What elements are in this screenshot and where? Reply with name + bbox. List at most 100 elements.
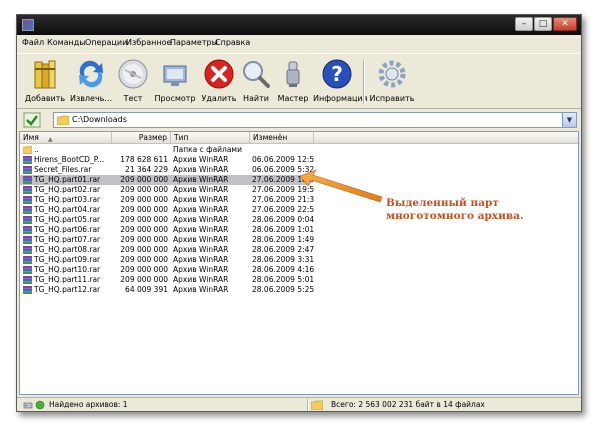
repair-label: Исправить	[369, 94, 415, 103]
file-size: 209 000 000	[120, 185, 168, 194]
table-row[interactable]: TG_HQ.part07.rar 209 000 000 Архив WinRAR 2…	[20, 235, 314, 245]
disk-check-icon	[118, 59, 148, 89]
info-label: Информация	[313, 94, 368, 103]
table-row[interactable]: TG_HQ.part06.rar 209 000 000 Архив WinRAR 2…	[20, 225, 314, 235]
test-button[interactable]: Тест	[115, 56, 151, 108]
menu-operations[interactable]: Операции	[85, 38, 127, 47]
file-name: Hirens_BootCD_P...	[34, 155, 105, 164]
file-name: Secret_Files.rar	[34, 165, 92, 174]
file-type: Архив WinRAR	[173, 255, 229, 264]
add-label: Добавить	[24, 94, 66, 103]
wizard-label: Мастер	[277, 94, 309, 103]
table-row[interactable]: TG_HQ.part02.rar 209 000 000 Архив WinRAR 2…	[20, 185, 314, 195]
file-size: 64 009 391	[125, 285, 168, 294]
info-button[interactable]: ? Информация	[313, 56, 368, 108]
extract-label: Извлечь...	[69, 94, 113, 103]
file-type: Архив WinRAR	[173, 215, 229, 224]
table-row[interactable]: TG_HQ.part11.rar 209 000 000 Архив WinRAR 2…	[20, 275, 314, 285]
rar-archive-icon	[23, 216, 32, 224]
minimize-button[interactable]: –	[515, 17, 533, 31]
file-size: 209 000 000	[120, 235, 168, 244]
add-button[interactable]: Добавить	[23, 56, 67, 108]
table-row[interactable]: TG_HQ.part04.rar 209 000 000 Архив WinRAR 2…	[20, 205, 314, 215]
file-type: Архив WinRAR	[173, 175, 229, 184]
folder-icon	[311, 400, 323, 410]
file-list[interactable]: Имя ▲ Размер Тип Изменён .. Папка с файла…	[19, 131, 579, 395]
chevron-down-icon[interactable]: ▼	[562, 113, 576, 127]
toolbar: Добавить Извлечь... Тест Просмотр Удалит…	[17, 53, 581, 109]
file-name: TG_HQ.part02.rar	[34, 185, 101, 194]
view-button[interactable]: Просмотр	[153, 56, 197, 108]
menu-options[interactable]: Параметры	[170, 38, 218, 47]
rar-archive-icon	[23, 236, 32, 244]
rar-archive-icon	[23, 286, 32, 294]
find-button[interactable]: Найти	[239, 56, 273, 108]
address-bar: C:\Downloads ▼	[17, 110, 581, 130]
file-name: TG_HQ.part11.rar	[34, 275, 101, 284]
menu-file[interactable]: Файл	[22, 38, 44, 47]
file-modified: 28.06.2009 5:01	[252, 275, 314, 284]
file-type: Архив WinRAR	[173, 265, 229, 274]
file-type: Архив WinRAR	[173, 235, 229, 244]
table-row[interactable]: .. Папка с файлами	[20, 145, 310, 155]
screenshot-canvas: – □ ✕ Файл Команды Операции Избранное Па…	[0, 0, 600, 430]
file-name: TG_HQ.part01.rar	[34, 175, 101, 184]
path-combobox[interactable]: C:\Downloads ▼	[53, 112, 577, 128]
file-type: Архив WinRAR	[173, 195, 229, 204]
file-type: Архив WinRAR	[173, 285, 229, 294]
file-size: 209 000 000	[120, 255, 168, 264]
file-name: TG_HQ.part05.rar	[34, 215, 101, 224]
maximize-button[interactable]: □	[534, 17, 552, 31]
magnifier-icon	[243, 61, 270, 88]
close-button[interactable]: ✕	[553, 17, 577, 31]
extract-button[interactable]: Извлечь...	[69, 56, 113, 108]
table-row[interactable]: Hirens_BootCD_P... 178 628 611 Архив WinRA…	[20, 155, 314, 165]
file-modified: 27.06.2009 22:53	[252, 205, 314, 214]
wizard-icon	[286, 61, 300, 87]
table-row[interactable]: TG_HQ.part10.rar 209 000 000 Архив WinRAR 2…	[20, 265, 314, 275]
rar-archive-icon	[23, 186, 32, 194]
file-modified: 28.06.2009 3:31	[252, 255, 314, 264]
file-modified: 28.06.2009 5:25	[252, 285, 314, 294]
table-row[interactable]: TG_HQ.part12.rar 64 009 391 Архив WinRAR 28…	[20, 285, 314, 295]
file-modified: 28.06.2009 1:49	[252, 235, 314, 244]
rar-archive-icon	[23, 276, 32, 284]
file-modified: 28.06.2009 2:47	[252, 245, 314, 254]
column-header-type[interactable]: Тип	[171, 132, 250, 144]
table-row[interactable]: TG_HQ.part05.rar 209 000 000 Архив WinRAR 2…	[20, 215, 314, 225]
table-row[interactable]: TG_HQ.part08.rar 209 000 000 Архив WinRAR 2…	[20, 245, 314, 255]
checkmark-icon[interactable]	[23, 112, 41, 128]
delete-button[interactable]: Удалить	[199, 56, 239, 108]
menu-commands[interactable]: Команды	[47, 38, 86, 47]
repair-icon	[378, 60, 406, 88]
delete-label: Удалить	[201, 94, 237, 103]
annotation-line-2: многотомного архива.	[386, 210, 524, 222]
title-bar[interactable]: – □ ✕	[17, 15, 581, 35]
table-row[interactable]: Secret_Files.rar 21 364 229 Архив WinRAR 06…	[20, 165, 314, 175]
file-size: 209 000 000	[120, 215, 168, 224]
file-modified: 27.06.2009 18:31	[252, 175, 314, 184]
table-row[interactable]: TG_HQ.part09.rar 209 000 000 Архив WinRAR 2…	[20, 255, 314, 265]
file-modified: 06.06.2009 12:56	[252, 155, 314, 164]
rar-archive-icon	[23, 246, 32, 254]
repair-button[interactable]: Исправить	[367, 56, 417, 108]
menu-help[interactable]: Справка	[215, 38, 250, 47]
menu-favorites[interactable]: Избранное	[126, 38, 171, 47]
view-label: Просмотр	[154, 94, 196, 103]
list-header: Имя ▲ Размер Тип Изменён	[20, 132, 578, 144]
rar-archive-icon	[23, 266, 32, 274]
table-row-selected[interactable]: TG_HQ.part01.rar 209 000 000 Архив WinRAR 2…	[20, 175, 314, 185]
file-name: TG_HQ.part09.rar	[34, 255, 101, 264]
column-header-modified[interactable]: Изменён	[250, 132, 314, 144]
toolbar-separator	[363, 60, 365, 104]
table-row[interactable]: TG_HQ.part03.rar 209 000 000 Архив WinRAR 2…	[20, 195, 314, 205]
column-header-name[interactable]: Имя ▲	[20, 132, 112, 144]
wizard-button[interactable]: Мастер	[273, 56, 313, 108]
column-header-size[interactable]: Размер	[112, 132, 171, 144]
file-size: 21 364 229	[125, 165, 168, 174]
drive-icon	[23, 402, 33, 409]
annotation-text: Выделенный парт многотомного архива.	[386, 197, 524, 223]
file-modified: 27.06.2009 21:35	[252, 195, 314, 204]
file-size: 209 000 000	[120, 265, 168, 274]
column-name-label: Имя	[23, 133, 39, 142]
